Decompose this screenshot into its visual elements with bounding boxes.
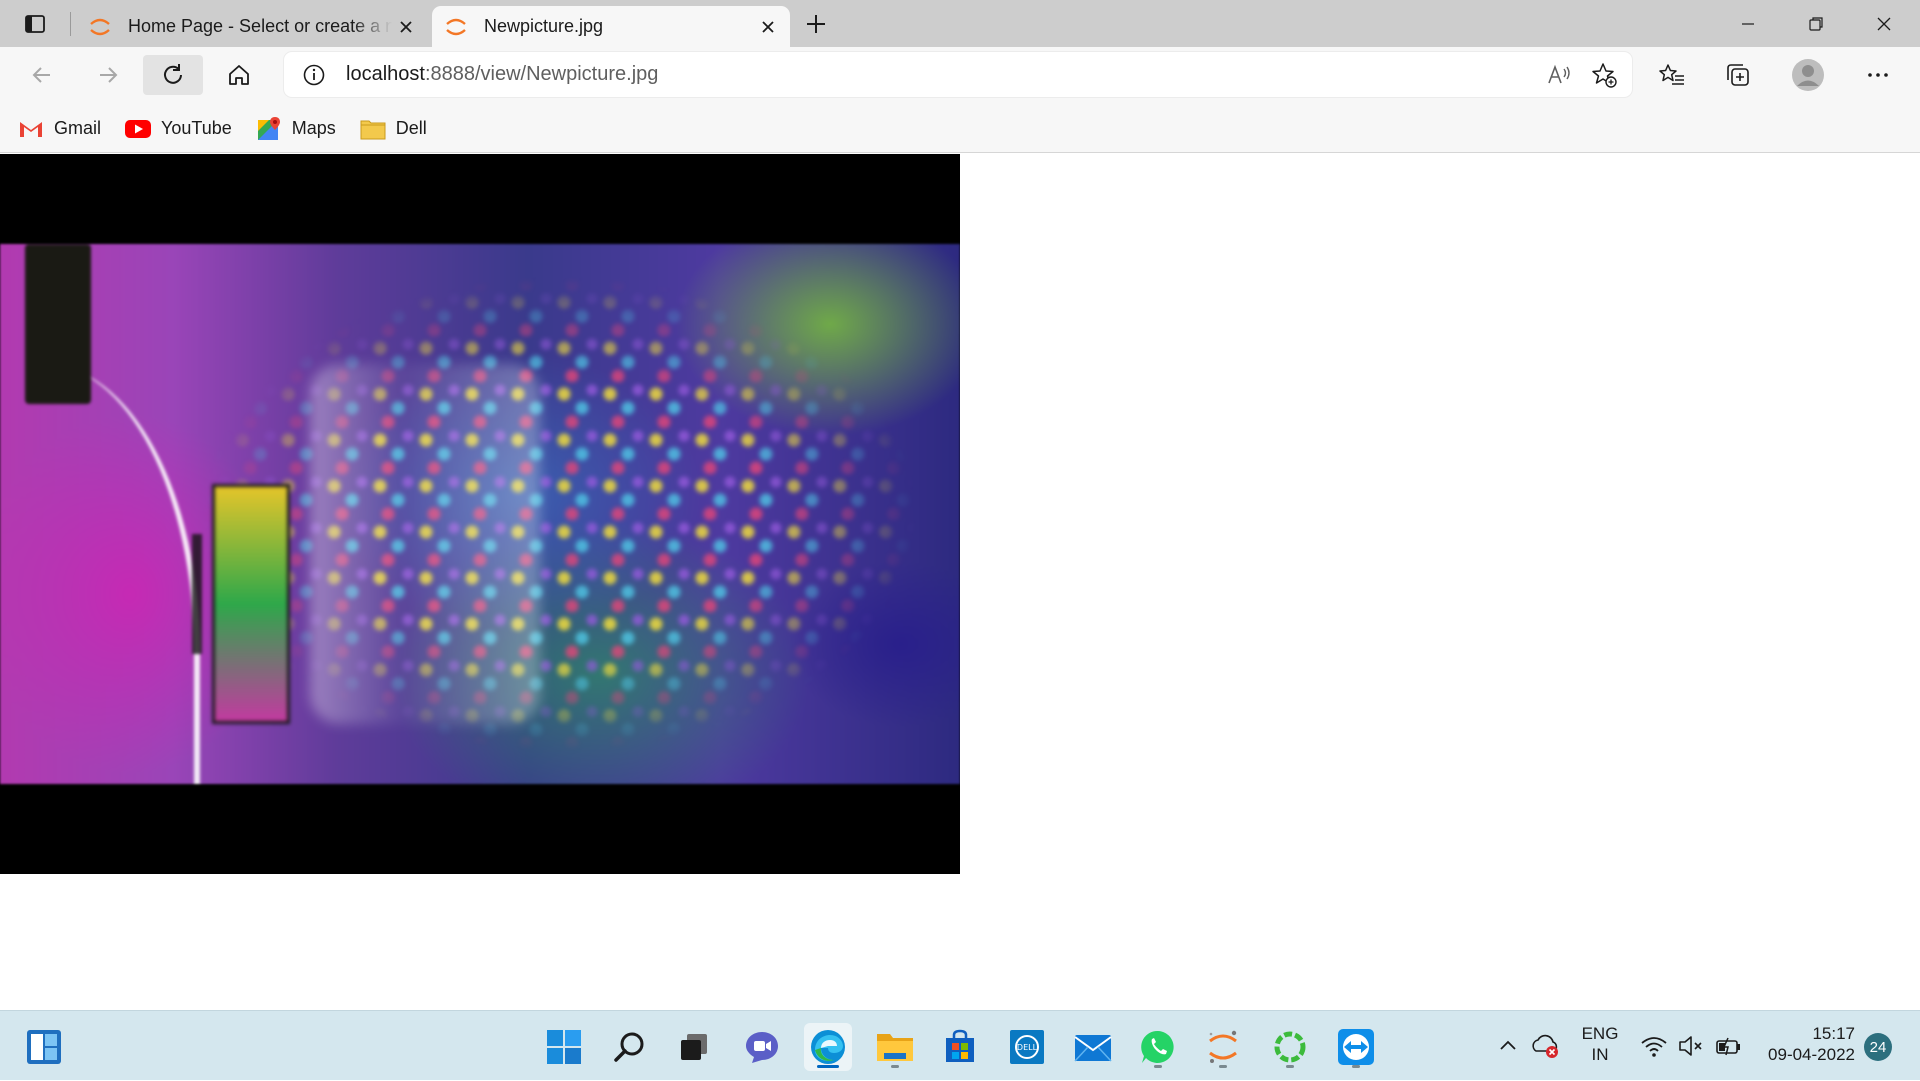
minimize-button[interactable] [1714,0,1782,47]
youtube-icon [125,116,152,142]
language-line1: ENG [1581,1024,1619,1043]
gmail-icon [18,116,44,142]
address-bar[interactable]: localhost:8888/view/Newpicture.jpg [284,52,1632,97]
circle-app-icon[interactable] [1266,1023,1314,1071]
notification-badge[interactable]: 24 [1864,1033,1892,1061]
mail-icon[interactable] [1069,1023,1117,1071]
edge-icon[interactable] [804,1023,852,1071]
battery-charging-icon[interactable] [1714,1011,1742,1081]
whatsapp-icon[interactable] [1134,1023,1182,1071]
image-viewer[interactable] [0,154,960,874]
jupyter-icon[interactable] [1199,1023,1247,1071]
add-favorite-icon[interactable] [1582,55,1626,95]
close-tab-icon[interactable] [392,13,420,41]
profile-avatar[interactable] [1786,55,1830,95]
bookmark-label: Maps [291,118,336,138]
task-view-icon[interactable] [670,1023,718,1071]
close-tab-icon[interactable] [754,13,782,41]
tab-newpicture[interactable]: Newpicture.jpg [432,6,790,47]
volume-muted-icon[interactable] [1678,1011,1704,1081]
read-aloud-icon[interactable] [1538,55,1582,95]
more-menu-icon[interactable] [1856,55,1900,95]
page-content [0,154,1920,1010]
bookmark-label: Dell [395,118,427,138]
close-window-button[interactable] [1850,0,1918,47]
new-tab-button[interactable] [800,10,832,38]
widgets-icon[interactable] [22,1025,66,1069]
bookmarks-bar: Gmail YouTube Maps Dell [0,105,1920,153]
clock[interactable]: 15:17 09-04-2022 [1755,1023,1855,1065]
restore-button[interactable] [1782,0,1850,47]
bookmark-youtube[interactable]: YouTube [125,116,232,142]
teams-chat-icon[interactable] [738,1023,786,1071]
taskbar: DELL ENG IN 15:17 09-04-2022 24 [0,1010,1920,1080]
onedrive-error-icon[interactable] [1530,1011,1560,1081]
browser-toolbar: localhost:8888/view/Newpicture.jpg [0,47,1920,105]
tab-actions-icon[interactable] [16,9,54,39]
language-indicator[interactable]: ENG IN [1570,1023,1630,1065]
forward-button[interactable] [86,55,130,95]
language-line2: IN [1591,1045,1609,1064]
start-icon[interactable] [540,1023,588,1071]
clock-date: 09-04-2022 [1768,1045,1855,1064]
bookmark-gmail[interactable]: Gmail [18,116,101,142]
tab-title: Home Page - Select or create a n [128,16,392,36]
url-host: localhost [346,63,425,85]
tab-home-page[interactable]: Home Page - Select or create a n [76,6,428,47]
collections-icon[interactable] [1716,55,1760,95]
tab-title: Newpicture.jpg [484,16,604,36]
url-text[interactable]: localhost:8888/view/Newpicture.jpg [346,63,1538,86]
bookmark-label: Gmail [54,118,102,138]
show-hidden-icons[interactable] [1496,1011,1520,1081]
dell-icon[interactable]: DELL [1003,1023,1051,1071]
file-explorer-icon[interactable] [871,1023,919,1071]
wifi-icon[interactable] [1640,1011,1668,1081]
reload-button[interactable] [143,55,203,95]
tab-separator [70,12,71,36]
store-icon[interactable] [936,1023,984,1071]
jupyter-favicon-icon [88,15,112,39]
maps-icon [256,116,282,142]
back-button[interactable] [20,55,64,95]
bookmark-label: YouTube [161,118,232,138]
favorites-icon[interactable] [1650,55,1694,95]
teamviewer-icon[interactable] [1332,1023,1380,1071]
url-path: :8888/view/Newpicture.jpg [424,63,659,85]
svg-text:DELL: DELL [1017,1043,1038,1052]
newpicture-image [0,244,960,784]
bookmark-dell-folder[interactable]: Dell [360,116,427,142]
bookmark-maps[interactable]: Maps [256,116,336,142]
folder-icon [360,116,386,142]
jupyter-favicon-icon [444,15,468,39]
clock-time: 15:17 [1812,1024,1855,1043]
search-icon[interactable] [606,1023,654,1071]
home-button[interactable] [217,55,261,95]
site-info-icon[interactable] [296,57,332,93]
tab-strip: Home Page - Select or create a n Newpict… [0,0,1920,47]
